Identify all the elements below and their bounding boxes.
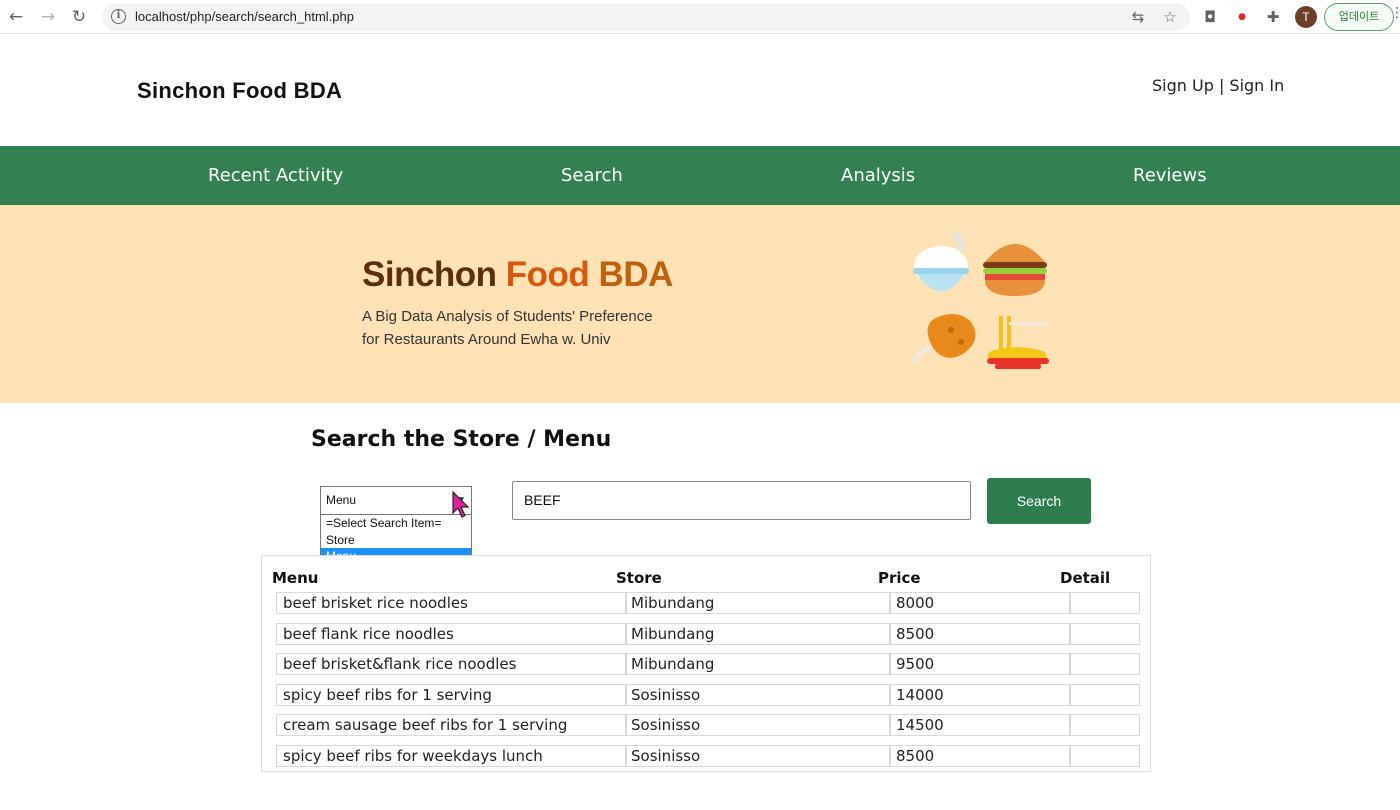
- search-heading: Search the Store / Menu: [311, 427, 612, 452]
- camera-icon[interactable]: ◘: [1200, 6, 1220, 28]
- column-header-detail: Detail: [1060, 569, 1111, 587]
- translate-icon[interactable]: ⇆: [1128, 7, 1148, 27]
- column-header-price: Price: [878, 569, 921, 587]
- forward-arrow-icon[interactable]: →: [37, 6, 59, 28]
- store-cell: Sosinisso: [626, 745, 890, 767]
- noodles-icon: [987, 316, 1049, 369]
- sign-up-link[interactable]: Sign Up: [1152, 76, 1214, 95]
- profile-avatar[interactable]: T: [1295, 6, 1317, 28]
- menu-cell: beef flank rice noodles: [276, 622, 626, 645]
- menu-cell: beef brisket&flank rice noodles: [276, 653, 626, 676]
- rice-bowl-icon: [913, 231, 969, 291]
- nav-item-recent-activity[interactable]: Recent Activity: [208, 146, 343, 205]
- main-nav: Recent Activity Search Analysis Reviews: [0, 146, 1400, 205]
- address-bar[interactable]: i localhost/php/search/search_html.php ⇆…: [102, 3, 1190, 31]
- price-cell: 8500: [890, 622, 1070, 645]
- table-row[interactable]: spicy beef ribs for weekdays lunch Sosin…: [276, 745, 1140, 767]
- table-row[interactable]: spicy beef ribs for 1 serving Sosinisso …: [276, 683, 1140, 706]
- banner-title-part: BDA: [589, 255, 674, 294]
- menu-cell: spicy beef ribs for 1 serving: [276, 683, 626, 706]
- select-option[interactable]: Store: [321, 532, 471, 549]
- detail-cell[interactable]: [1070, 714, 1140, 737]
- auth-separator: |: [1213, 76, 1230, 95]
- price-cell: 8000: [890, 592, 1070, 614]
- select-option[interactable]: =Select Search Item=: [321, 515, 471, 532]
- banner-title: Sinchon Food BDA: [362, 255, 673, 295]
- detail-cell[interactable]: [1070, 592, 1140, 614]
- store-cell: Mibundang: [626, 653, 890, 676]
- store-cell: Mibundang: [626, 622, 890, 645]
- burger-icon: [983, 244, 1047, 296]
- banner-subtitle-line: A Big Data Analysis of Students' Prefere…: [362, 308, 653, 325]
- extensions-puzzle-icon[interactable]: ✚: [1263, 6, 1283, 28]
- detail-cell[interactable]: [1070, 622, 1140, 645]
- search-type-select[interactable]: Menu ▼: [320, 486, 472, 515]
- reload-icon[interactable]: ↻: [68, 6, 90, 28]
- table-row[interactable]: beef brisket&flank rice noodles Mibundan…: [276, 653, 1140, 676]
- price-cell: 14000: [890, 683, 1070, 706]
- price-cell: 8500: [890, 745, 1070, 767]
- mouse-cursor-icon: [452, 491, 470, 518]
- fried-chicken-icon: [911, 314, 976, 364]
- more-menu-icon[interactable]: ⋮: [1390, 5, 1400, 21]
- menu-cell: spicy beef ribs for weekdays lunch: [276, 745, 626, 767]
- auth-links: Sign Up | Sign In: [1152, 76, 1284, 95]
- column-header-menu: Menu: [272, 569, 319, 587]
- table-row[interactable]: beef flank rice noodles Mibundang 8500: [276, 622, 1140, 645]
- detail-cell[interactable]: [1070, 683, 1140, 706]
- banner-title-part: Food: [505, 255, 590, 294]
- detail-cell[interactable]: [1070, 745, 1140, 767]
- store-cell: Sosinisso: [626, 683, 890, 706]
- nav-item-search[interactable]: Search: [561, 146, 623, 205]
- results-table: Menu Store Price Detail beef brisket ric…: [261, 555, 1151, 772]
- detail-cell[interactable]: [1070, 653, 1140, 676]
- search-button[interactable]: Search: [987, 478, 1091, 524]
- sign-in-link[interactable]: Sign In: [1229, 76, 1284, 95]
- store-cell: Sosinisso: [626, 714, 890, 737]
- store-cell: Mibundang: [626, 592, 890, 614]
- table-row[interactable]: cream sausage beef ribs for 1 serving So…: [276, 714, 1140, 737]
- banner-subtitle-line: for Restaurants Around Ewha w. Univ: [362, 331, 611, 348]
- table-row[interactable]: beef brisket rice noodles Mibundang 8000: [276, 592, 1140, 614]
- menu-cell: cream sausage beef ribs for 1 serving: [276, 714, 626, 737]
- price-cell: 14500: [890, 714, 1070, 737]
- nav-item-analysis[interactable]: Analysis: [841, 146, 915, 205]
- menu-cell: beef brisket rice noodles: [276, 592, 626, 614]
- price-cell: 9500: [890, 653, 1070, 676]
- food-icons: [911, 231, 1049, 369]
- back-arrow-icon[interactable]: ←: [5, 6, 27, 28]
- nav-item-reviews[interactable]: Reviews: [1133, 146, 1207, 205]
- site-title[interactable]: Sinchon Food BDA: [137, 78, 342, 104]
- select-value: Menu: [326, 493, 357, 507]
- url-text[interactable]: localhost/php/search/search_html.php: [135, 9, 354, 24]
- browser-toolbar: ← → ↻ i localhost/php/search/search_html…: [0, 0, 1400, 34]
- bookmark-star-icon[interactable]: ☆: [1160, 7, 1180, 27]
- banner-title-part: Sinchon: [362, 255, 506, 294]
- column-header-store: Store: [616, 569, 662, 587]
- hero-banner: Sinchon Food BDA A Big Data Analysis of …: [0, 205, 1400, 403]
- site-info-icon[interactable]: i: [111, 9, 126, 24]
- search-input[interactable]: BEEF: [512, 481, 971, 520]
- update-button[interactable]: 업데이트: [1324, 3, 1394, 31]
- banner-subtitle: A Big Data Analysis of Students' Prefere…: [362, 305, 653, 351]
- record-extension-icon[interactable]: ●: [1232, 6, 1252, 28]
